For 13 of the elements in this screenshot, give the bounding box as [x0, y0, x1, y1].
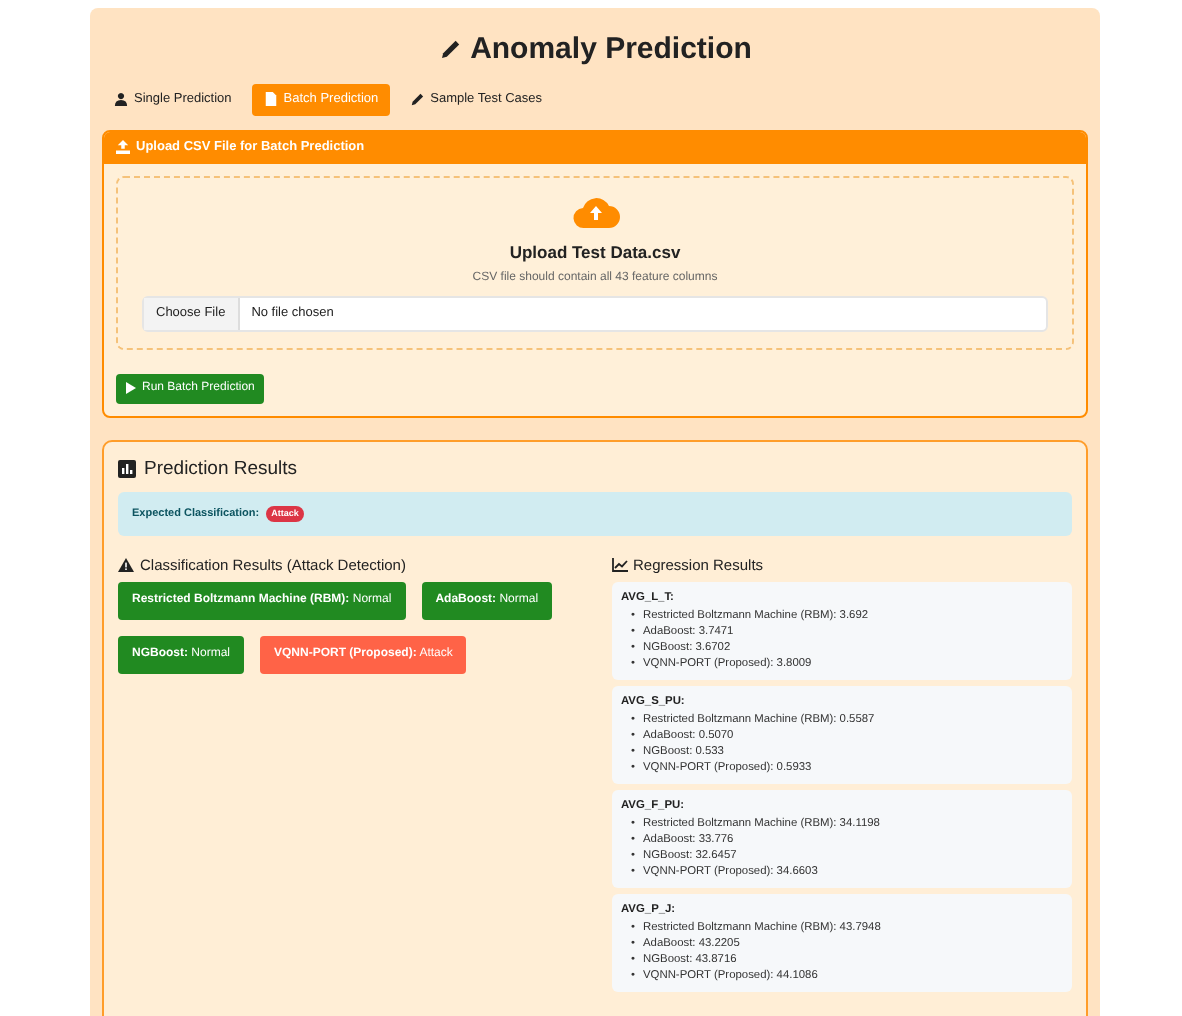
- upload-heading: Upload Test Data.csv: [507, 241, 683, 262]
- person-icon: [114, 92, 128, 107]
- bar-chart-icon: [118, 460, 136, 479]
- pencil-icon: [410, 92, 425, 107]
- file-icon: [263, 92, 278, 107]
- page-title: Anomaly Prediction: [470, 32, 752, 68]
- play-icon: [126, 382, 136, 395]
- pencil-icon: [438, 38, 463, 62]
- warning-icon: [118, 557, 134, 572]
- upload-icon: [116, 140, 130, 155]
- results-title: Prediction Results: [144, 457, 298, 481]
- line-chart-icon: [611, 557, 627, 572]
- cloud-upload-icon: [571, 193, 619, 230]
